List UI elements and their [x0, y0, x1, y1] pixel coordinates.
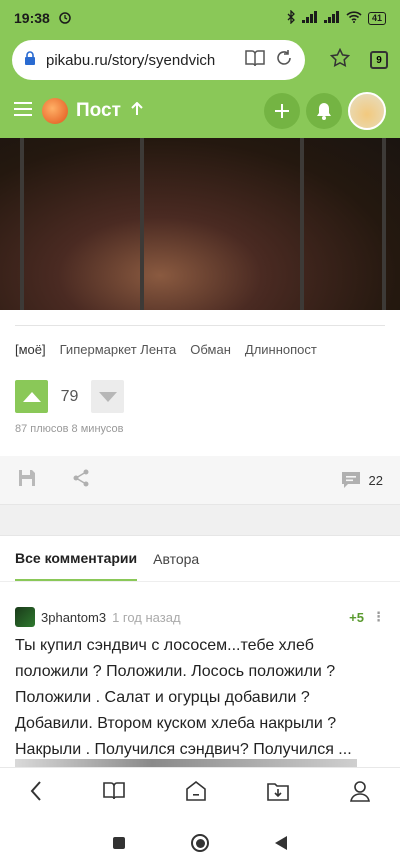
bookmarks-icon[interactable] — [102, 781, 125, 806]
downvote-button[interactable] — [91, 380, 124, 413]
comment-more-icon[interactable]: ⋮ — [372, 609, 385, 625]
tabs-button[interactable]: 9 — [370, 51, 388, 69]
browser-bottom-nav — [0, 767, 400, 819]
back-icon[interactable] — [30, 781, 42, 806]
reader-mode-icon[interactable] — [245, 49, 265, 71]
triangle-down-icon — [98, 391, 117, 402]
arrow-up-icon[interactable] — [131, 101, 143, 121]
back-system-icon[interactable] — [275, 836, 287, 850]
tag-obman[interactable]: Обман — [190, 342, 231, 357]
vote-meta: 87 плюсов 8 минусов — [15, 423, 124, 435]
tag-lenta[interactable]: Гипермаркет Лента — [60, 342, 177, 357]
post-actions: 22 — [0, 456, 400, 504]
add-post-button[interactable] — [264, 93, 300, 129]
comment-icon — [341, 472, 360, 488]
battery-indicator: 41 — [367, 11, 386, 25]
bluetooth-icon — [286, 8, 296, 27]
signal-icon-2 — [323, 10, 340, 26]
vote-count: 79 — [60, 387, 79, 405]
comments-count: 22 — [368, 472, 383, 488]
menu-icon[interactable] — [14, 101, 32, 121]
downloads-icon[interactable] — [267, 781, 290, 806]
system-navigation — [0, 819, 400, 867]
recents-icon[interactable] — [113, 837, 125, 849]
signal-icon — [301, 10, 318, 26]
page-title: Пост — [76, 100, 121, 121]
tab-author-comments[interactable]: Автора — [153, 536, 199, 581]
divider — [15, 325, 385, 326]
home-icon[interactable] — [185, 780, 207, 807]
comment-tabs: Все комментарии Автора — [0, 536, 400, 582]
comment-text: Ты купил сэндвич с лососем...тебе хлеб п… — [15, 637, 352, 758]
pikabu-logo[interactable] — [42, 98, 68, 124]
triangle-up-icon — [22, 391, 41, 402]
bookmark-star-icon[interactable] — [329, 47, 351, 73]
comment-author[interactable]: 3phantom3 — [41, 610, 106, 625]
comments-button[interactable]: 22 — [341, 471, 383, 489]
comment-rating: +5 — [349, 609, 364, 625]
bell-icon — [317, 103, 331, 120]
user-avatar[interactable] — [348, 92, 386, 130]
app-header: Пост — [0, 84, 400, 138]
alarm-icon — [58, 10, 72, 27]
reload-icon[interactable] — [275, 49, 293, 71]
tag-longpost[interactable]: Длиннопост — [245, 342, 317, 357]
comment-image[interactable] — [15, 759, 357, 767]
address-bar[interactable]: pikabu.ru/story/syendvich — [12, 40, 305, 80]
plus-icon — [275, 104, 289, 118]
browser-toolbar: pikabu.ru/story/syendvich 9 — [0, 36, 400, 84]
notifications-button[interactable] — [306, 93, 342, 129]
post-image — [0, 138, 400, 310]
tab-all-comments[interactable]: Все комментарии — [15, 536, 138, 581]
vote-block: 79 — [15, 380, 124, 413]
commenter-avatar[interactable] — [15, 607, 35, 627]
status-time: 19:38 — [14, 10, 50, 26]
tag-moe[interactable]: [моё] — [15, 342, 46, 357]
save-icon[interactable] — [17, 468, 37, 493]
comment-header: 3phantom3 1 год назад +5 ⋮ — [15, 607, 385, 627]
profile-icon[interactable] — [349, 780, 370, 807]
upvote-button[interactable] — [15, 380, 48, 413]
section-separator — [0, 504, 400, 536]
comment-time: 1 год назад — [112, 609, 181, 625]
url-text[interactable]: pikabu.ru/story/syendvich — [46, 52, 235, 69]
status-bar: 19:38 41 — [0, 0, 400, 36]
share-icon[interactable] — [71, 468, 91, 493]
wifi-icon — [346, 10, 362, 26]
lock-icon[interactable] — [24, 51, 36, 69]
post-tags: [моё] Гипермаркет Лента Обман Длиннопост — [15, 342, 317, 357]
home-system-icon[interactable] — [191, 834, 209, 852]
